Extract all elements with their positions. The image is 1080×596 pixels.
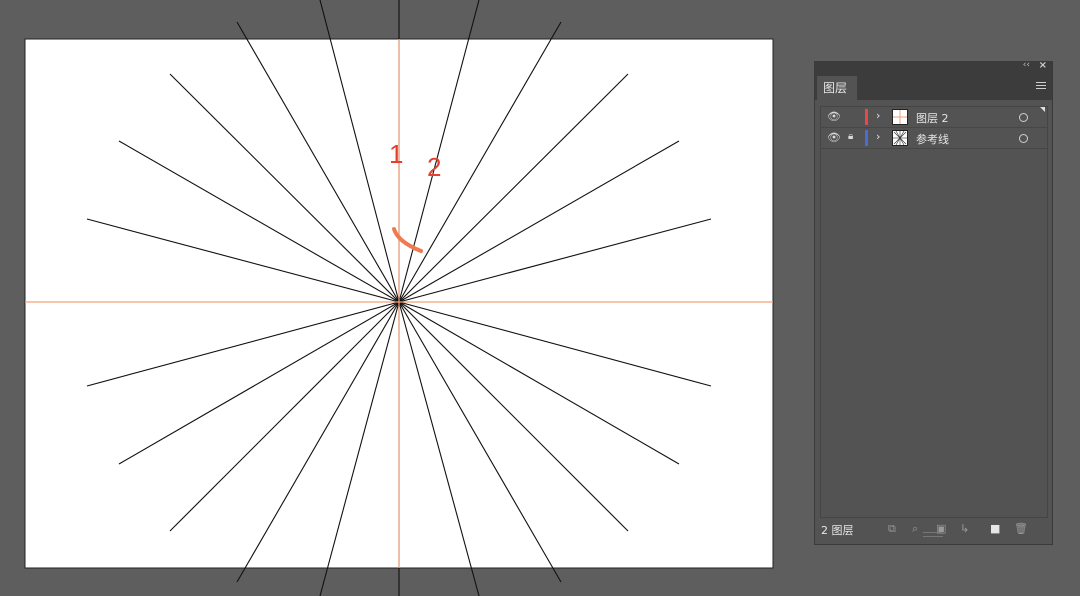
eye-icon[interactable]: 👁︎ [827,131,841,144]
annotation-2: 2 [427,152,441,182]
lock-icon[interactable]: 🔒︎ [848,131,853,142]
layers-panel: ‹‹ × 图层 👁︎ › 图层 2 👁︎ 🔒︎ › 参考线 2 图层 ⧉ ⌕ ▣… [814,60,1053,545]
layers-list: 👁︎ › 图层 2 👁︎ 🔒︎ › 参考线 [820,106,1048,518]
layer-name[interactable]: 图层 2 [916,110,949,126]
eye-icon[interactable]: 👁︎ [827,110,841,123]
target-circle-icon[interactable] [1019,113,1028,122]
selection-corner-icon [1040,107,1045,112]
panel-tabbar: 图层 [815,74,1052,100]
search-icon[interactable]: ⌕ [912,522,918,536]
tab-layers[interactable]: 图层 [817,76,857,100]
export-icon[interactable]: ⧉ [888,522,896,536]
chevron-right-icon[interactable]: › [876,130,880,143]
layer-count-label: 2 图层 [821,524,854,537]
layer-row[interactable]: 👁︎ › 图层 2 [821,107,1047,128]
chevron-right-icon[interactable]: › [876,109,880,122]
layer-thumbnail [892,109,908,125]
layer-color-swatch [865,130,868,146]
resize-grip[interactable] [923,532,943,537]
close-icon[interactable]: × [1039,60,1047,71]
panel-footer: 2 图层 ⧉ ⌕ ▣ ↳ ■ 🗑︎ [815,520,1052,538]
hamburger-menu-icon[interactable] [1036,82,1046,91]
target-circle-icon[interactable] [1019,134,1028,143]
layer-thumbnail [892,130,908,146]
new-sublayer-icon[interactable]: ↳ [960,522,969,535]
layer-color-swatch [865,109,868,125]
layer-row[interactable]: 👁︎ 🔒︎ › 参考线 [821,128,1047,149]
trash-icon[interactable]: 🗑︎ [1014,522,1028,535]
new-layer-icon[interactable]: ■ [990,522,1000,535]
layer-name[interactable]: 参考线 [916,131,949,147]
double-chevron-left-icon[interactable]: ‹‹ [1023,60,1030,70]
panel-titlebar[interactable]: ‹‹ × [815,60,1052,74]
annotation-1: 1 [389,139,403,169]
